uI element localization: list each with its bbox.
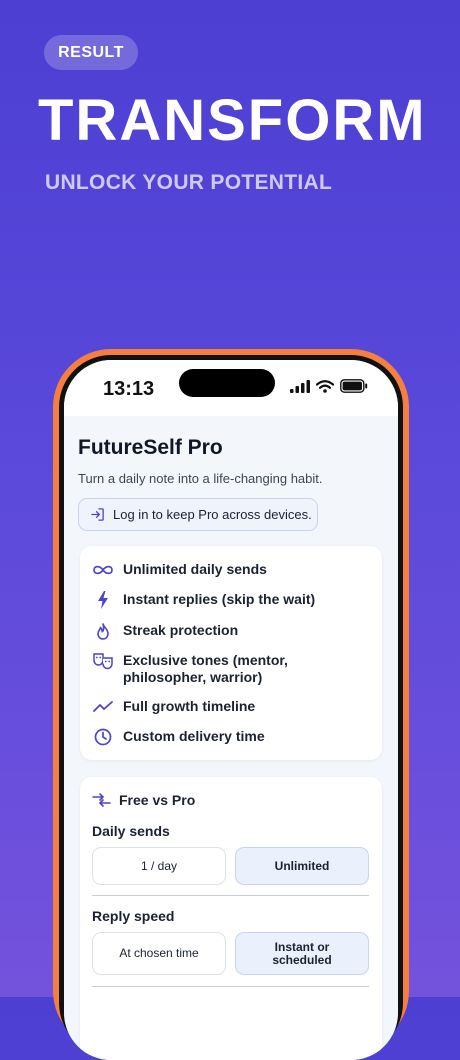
battery-icon <box>340 379 368 393</box>
status-icons <box>290 379 368 393</box>
feature-label: Full growth timeline <box>123 698 256 714</box>
lightning-icon <box>92 591 114 609</box>
feature-label: Streak protection <box>123 622 239 638</box>
masks-icon <box>92 652 114 670</box>
feature-label: Unlimited daily sends <box>123 561 267 577</box>
login-icon <box>91 508 104 521</box>
comparison-title: Free vs Pro <box>119 792 196 808</box>
dynamic-island <box>179 369 275 397</box>
signal-icon <box>290 379 310 393</box>
features-card: Unlimited daily sends Instant replies (s… <box>80 546 382 760</box>
feature-label: Exclusive tones (mentor, philosopher, wa… <box>123 652 288 685</box>
pro-option[interactable]: Unlimited <box>235 847 369 885</box>
comparison-row-label: Daily sends <box>92 823 170 839</box>
feature-item: Full growth timeline <box>92 698 255 716</box>
compare-arrows-icon <box>92 793 111 807</box>
pro-option-label: Instant or scheduled <box>272 939 332 967</box>
comparison-card: Free vs Pro Daily sends 1 / day Unlimite… <box>80 777 382 1060</box>
free-option[interactable]: 1 / day <box>92 847 226 885</box>
feature-label: Instant replies (skip the wait) <box>123 591 316 607</box>
feature-item: Streak protection <box>92 622 238 640</box>
feature-label: Custom delivery time <box>123 728 265 744</box>
comparison-header: Free vs Pro <box>92 792 195 808</box>
wifi-icon <box>316 379 334 393</box>
divider <box>92 895 369 896</box>
page-title: FutureSelf Pro <box>78 436 223 459</box>
clock-icon <box>92 728 114 746</box>
free-option[interactable]: At chosen time <box>92 932 226 975</box>
flame-icon <box>92 622 114 640</box>
free-option-label: 1 / day <box>140 858 178 873</box>
feature-item: Exclusive tones (mentor, philosopher, wa… <box>92 652 323 686</box>
phone-screen: 13:13 FutureSelf Pro Turn a daily note i… <box>64 360 398 1060</box>
pro-option-label: Unlimited <box>274 858 330 873</box>
status-time: 13:13 <box>103 378 155 400</box>
infinity-icon <box>92 561 114 579</box>
divider <box>92 986 369 987</box>
page-tagline: Turn a daily note into a life-changing h… <box>78 471 323 486</box>
free-option-label: At chosen time <box>119 946 199 960</box>
feature-item: Unlimited daily sends <box>92 561 267 579</box>
promo-subheadline: UNLOCK YOUR POTENTIAL <box>45 171 333 194</box>
login-button-label: Log in to keep Pro across devices. <box>113 507 312 522</box>
feature-item: Instant replies (skip the wait) <box>92 591 315 609</box>
feature-item: Custom delivery time <box>92 728 265 746</box>
pro-option[interactable]: Instant or scheduled <box>235 932 369 975</box>
trend-up-icon <box>92 698 114 716</box>
login-button[interactable]: Log in to keep Pro across devices. <box>78 498 318 531</box>
result-badge: RESULT <box>44 35 138 70</box>
promo-headline: TRANSFORM <box>38 88 427 153</box>
comparison-row-label: Reply speed <box>92 908 175 924</box>
status-bar: 13:13 <box>64 360 398 416</box>
